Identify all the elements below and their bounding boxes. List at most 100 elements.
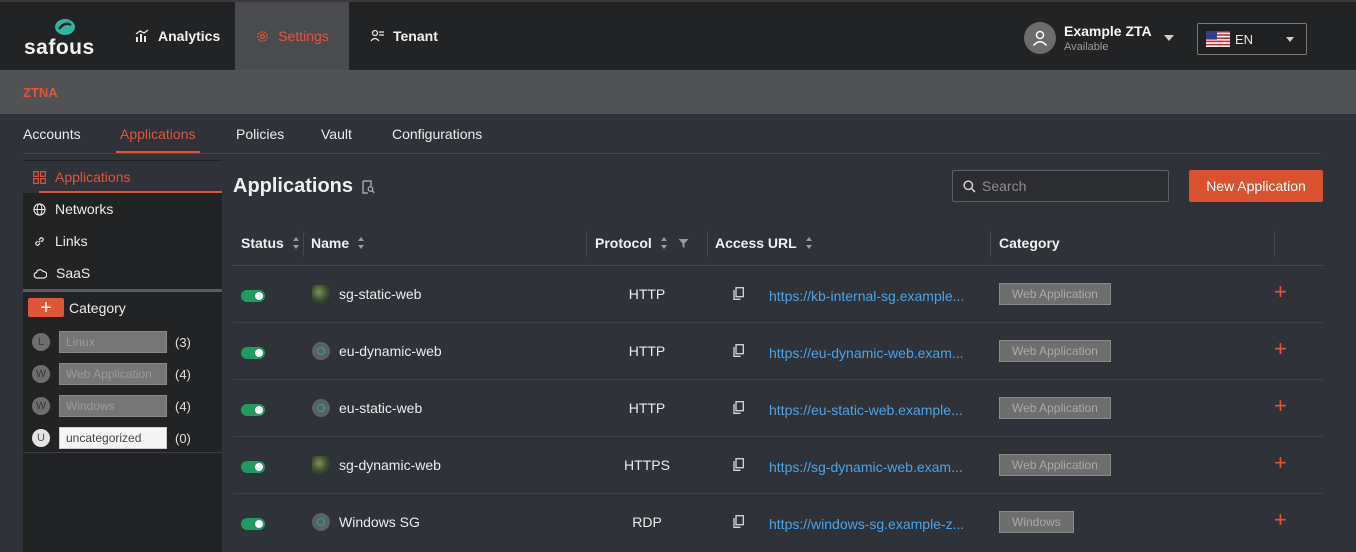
copy-icon[interactable] [733, 458, 744, 471]
app-name[interactable]: sg-static-web [339, 286, 421, 302]
category-item-linux[interactable]: L Linux (3) [32, 331, 191, 353]
divider [23, 289, 222, 292]
sidebar-item-links[interactable]: Links [23, 225, 222, 257]
column-header-status[interactable]: Status [241, 235, 300, 251]
tab-accounts[interactable]: Accounts [23, 126, 81, 142]
table-row[interactable]: sg-static-web HTTP https://kb-internal-s… [233, 266, 1323, 323]
add-icon[interactable]: + [1274, 452, 1287, 474]
add-icon[interactable]: + [1274, 281, 1287, 303]
status-toggle[interactable] [241, 290, 265, 302]
column-header-protocol[interactable]: Protocol [595, 235, 689, 251]
category-name[interactable]: Windows [59, 395, 167, 417]
tab-vault[interactable]: Vault [321, 126, 352, 142]
column-header-name[interactable]: Name [311, 235, 365, 251]
sidebar-item-label: Networks [55, 201, 114, 217]
sort-icon[interactable] [660, 236, 668, 250]
sort-icon[interactable] [292, 236, 300, 250]
add-category-button[interactable]: + [28, 298, 64, 318]
category-item-web-application[interactable]: W Web Application (4) [32, 363, 191, 385]
copy-icon[interactable] [733, 287, 744, 300]
column-label: Protocol [595, 235, 652, 251]
access-url-link[interactable]: https://sg-dynamic-web.exam... [769, 459, 969, 475]
sidebar-item-applications[interactable]: Applications [23, 161, 222, 193]
app-name[interactable]: eu-static-web [339, 400, 422, 416]
tenant-icon [370, 29, 384, 42]
status-toggle[interactable] [241, 461, 265, 473]
status-toggle[interactable] [241, 347, 265, 359]
nav-settings[interactable]: Settings [235, 2, 349, 70]
app-globe-icon [312, 513, 330, 531]
table-row[interactable]: sg-dynamic-web HTTPS https://sg-dynamic-… [233, 437, 1323, 494]
access-url-link[interactable]: https://kb-internal-sg.example... [769, 288, 969, 304]
status-toggle[interactable] [241, 518, 265, 530]
sort-icon[interactable] [357, 236, 365, 250]
table-row[interactable]: eu-static-web HTTP https://eu-static-web… [233, 380, 1323, 437]
nav-tenant-label: Tenant [393, 28, 438, 44]
sidebar-item-networks[interactable]: Networks [23, 193, 222, 225]
avatar[interactable] [1024, 22, 1056, 54]
add-icon[interactable]: + [1274, 509, 1287, 531]
app-name[interactable]: Windows SG [339, 514, 420, 530]
page-title: Applications [233, 175, 375, 198]
search-input[interactable] [982, 178, 1162, 194]
nav-analytics-label: Analytics [158, 28, 221, 44]
nav-tenant[interactable]: Tenant [370, 2, 438, 70]
chevron-down-icon [1286, 37, 1294, 42]
tab-policies[interactable]: Policies [236, 126, 284, 142]
nav-analytics[interactable]: Analytics [135, 2, 220, 70]
protocol-value: HTTP [628, 343, 666, 359]
table-header: Status Name Protocol Access URL Category [233, 222, 1323, 266]
category-name[interactable]: Linux [59, 331, 167, 353]
user-menu[interactable]: Example ZTA Available [1024, 20, 1174, 56]
filter-icon[interactable] [678, 238, 689, 249]
access-url-link[interactable]: https://windows-sg.example-z... [769, 516, 969, 532]
chevron-down-icon[interactable] [1163, 35, 1174, 41]
sort-icon[interactable] [805, 236, 813, 250]
logo-text: safous [24, 36, 95, 59]
category-name[interactable]: Web Application [59, 363, 167, 385]
bar-chart-icon [135, 29, 149, 42]
category-letter: W [32, 397, 50, 415]
add-icon[interactable]: + [1274, 395, 1287, 417]
tab-configurations[interactable]: Configurations [392, 126, 482, 142]
sidebar-item-saas[interactable]: SaaS [23, 257, 222, 289]
copy-icon[interactable] [733, 401, 744, 414]
globe-icon [33, 202, 46, 216]
app-name[interactable]: sg-dynamic-web [339, 457, 441, 473]
category-count: (0) [175, 430, 191, 446]
table-row[interactable]: Windows SG RDP https://windows-sg.exampl… [233, 494, 1323, 551]
category-name[interactable]: uncategorized [59, 427, 167, 449]
column-header-access-url[interactable]: Access URL [715, 235, 813, 251]
status-toggle[interactable] [241, 404, 265, 416]
safous-logo[interactable]: safous [24, 16, 106, 60]
us-flag-icon [1206, 31, 1230, 47]
new-application-button[interactable]: New Application [1189, 170, 1323, 202]
logo-mark-icon [55, 19, 75, 35]
document-search-icon[interactable] [362, 179, 375, 194]
category-count: (4) [175, 366, 191, 382]
gear-icon [257, 30, 269, 42]
category-count: (3) [175, 334, 191, 350]
access-url-link[interactable]: https://eu-static-web.example... [769, 402, 969, 418]
app-name[interactable]: eu-dynamic-web [339, 343, 442, 359]
search-box [952, 170, 1169, 202]
user-info: Example ZTA Available [1064, 23, 1152, 53]
copy-icon[interactable] [733, 515, 744, 528]
nav-settings-label: Settings [278, 28, 329, 44]
category-letter: W [32, 365, 50, 383]
add-icon[interactable]: + [1274, 338, 1287, 360]
category-letter: L [32, 333, 50, 351]
user-icon [1032, 30, 1048, 47]
column-label: Access URL [715, 235, 797, 251]
table-row[interactable]: eu-dynamic-web HTTP https://eu-dynamic-w… [233, 323, 1323, 380]
language-select[interactable]: EN [1197, 23, 1307, 55]
access-url-link[interactable]: https://eu-dynamic-web.exam... [769, 345, 969, 361]
column-label: Name [311, 235, 350, 251]
user-status: Available [1064, 41, 1109, 53]
column-label: Category [999, 235, 1060, 251]
category-item-windows[interactable]: W Windows (4) [32, 395, 191, 417]
copy-icon[interactable] [733, 344, 744, 357]
tab-applications[interactable]: Applications [120, 126, 196, 142]
category-item-uncategorized[interactable]: U uncategorized (0) [32, 427, 191, 449]
section-band: ZTNA [0, 70, 1356, 114]
